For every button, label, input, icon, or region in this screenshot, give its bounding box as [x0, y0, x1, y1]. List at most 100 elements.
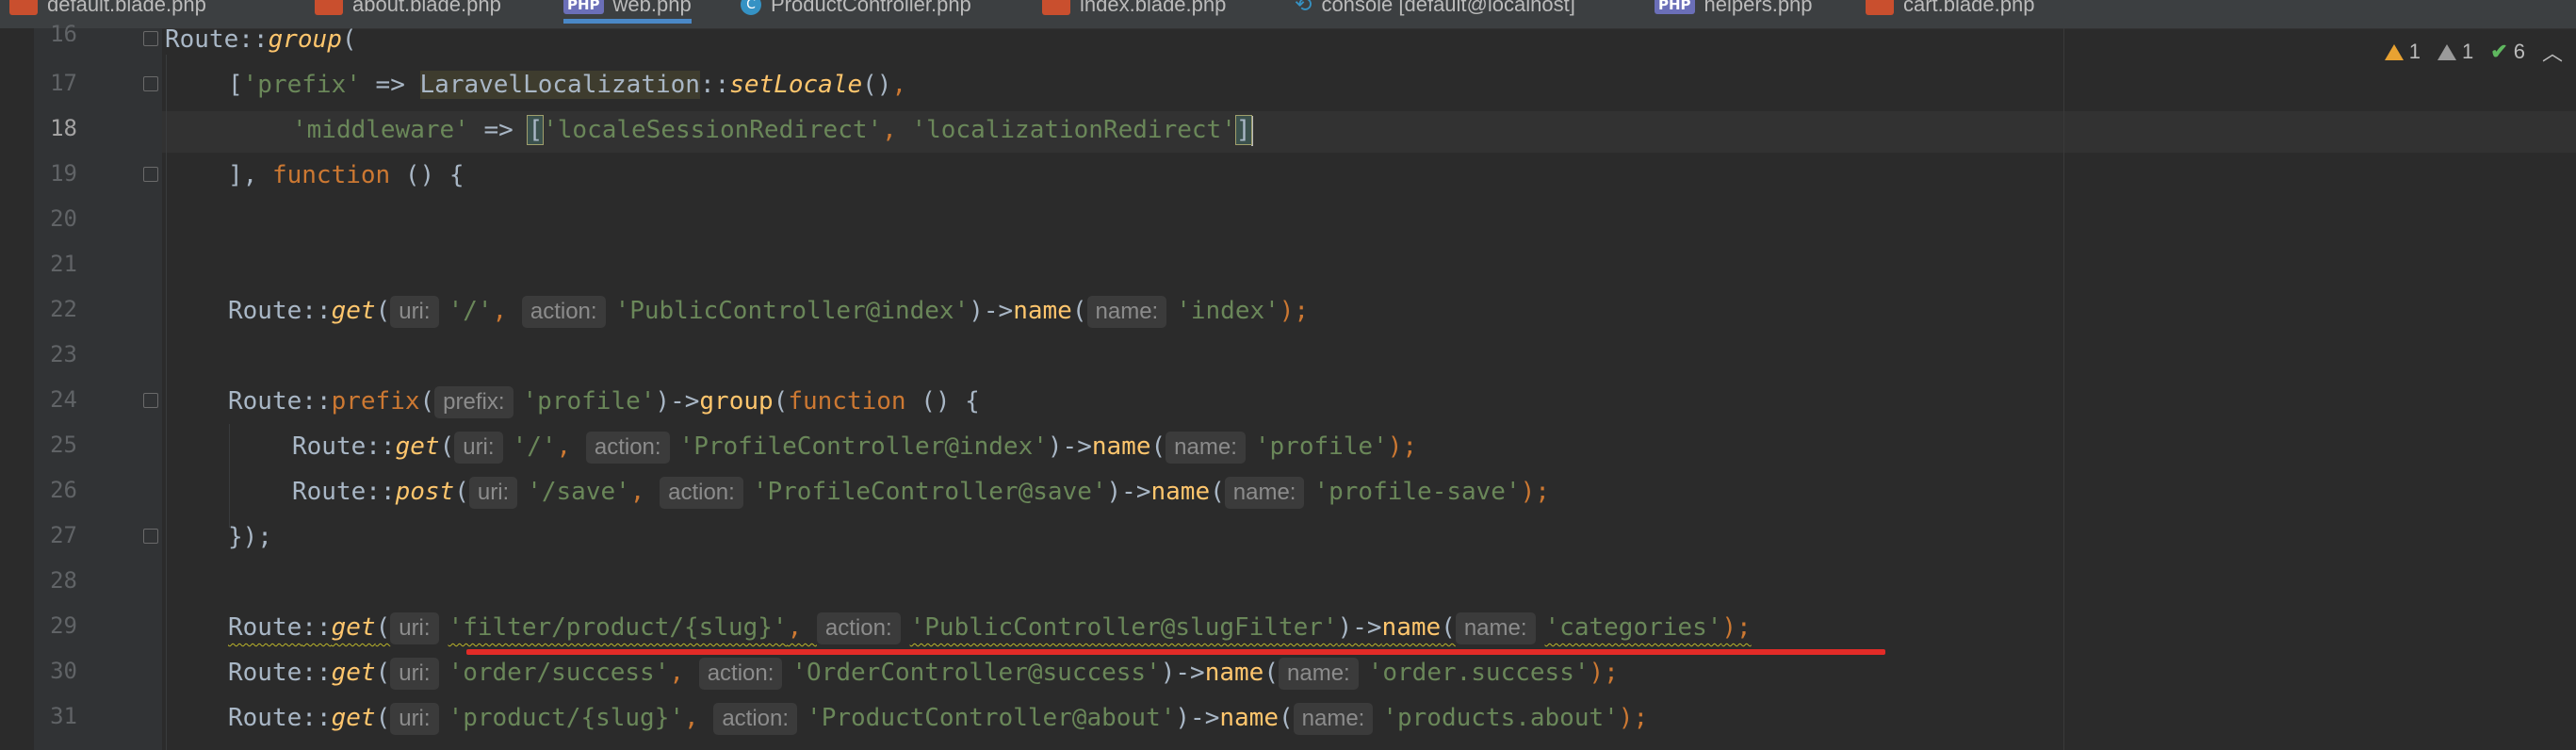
- code-line-17[interactable]: ['prefix' => LaravelLocalization::setLoc…: [228, 64, 906, 106]
- token: LaravelLocalization: [419, 71, 700, 99]
- tab-label: web.php: [612, 0, 692, 16]
- blade-file-icon: [9, 0, 38, 15]
- token: 'categories': [1544, 613, 1722, 642]
- indent-guide: [166, 55, 167, 750]
- token: Route: [228, 297, 302, 325]
- token: )->: [1175, 704, 1220, 732]
- parameter-hint: name:: [1166, 431, 1246, 464]
- token: Route: [228, 704, 302, 732]
- token: );: [1618, 704, 1649, 732]
- token: get: [331, 659, 376, 687]
- code-line-26[interactable]: Route::post(uri: '/save', action: 'Profile…: [292, 471, 1550, 513]
- token: ::: [302, 387, 332, 416]
- token: );: [1520, 478, 1550, 506]
- indent-guide: [229, 424, 230, 528]
- warnings-count[interactable]: 1: [2384, 40, 2421, 64]
- token: ::: [302, 613, 332, 642]
- code-line-25[interactable]: Route::get(uri: '/', action: 'ProfileContr…: [292, 426, 1417, 467]
- token: Route: [228, 659, 302, 687]
- fold-marker[interactable]: [143, 393, 158, 408]
- tab-label: cart.blade.php: [1903, 0, 2035, 16]
- token: 'profile-save': [1313, 478, 1521, 506]
- typos-count[interactable]: ✔ 6: [2490, 40, 2525, 64]
- token: 'ProfileController@index': [678, 432, 1048, 461]
- code-line-24[interactable]: Route::prefix(prefix:'profile')->group(f…: [228, 381, 980, 422]
- fold-marker[interactable]: [143, 529, 158, 544]
- php-file-icon: PHP: [1655, 0, 1695, 14]
- token: '/': [448, 297, 493, 325]
- fold-marker[interactable]: [143, 167, 158, 182]
- token: )->: [655, 387, 700, 416]
- token: (: [341, 25, 357, 54]
- token: 'profile': [522, 387, 656, 416]
- token: 'ProfileController@save': [752, 478, 1107, 506]
- token: ,: [669, 659, 699, 687]
- code-line-18[interactable]: 'middleware' => ['localeSessionRedirect'…: [292, 109, 1253, 151]
- parameter-hint: name:: [1279, 657, 1359, 690]
- line-number: 26: [50, 477, 77, 503]
- fold-marker[interactable]: [143, 76, 158, 91]
- token: () {: [390, 161, 465, 189]
- line-number: 20: [50, 205, 77, 232]
- token: ::: [699, 71, 730, 99]
- check-icon: ✔: [2490, 40, 2508, 63]
- parameter-hint: action:: [816, 611, 901, 644]
- weak-warnings-count-label: 1: [2462, 40, 2474, 63]
- token: 'index': [1176, 297, 1280, 325]
- line-number: 16: [50, 23, 77, 41]
- line-number: 17: [50, 70, 77, 96]
- token: 'PublicController@slugFilter': [909, 613, 1338, 642]
- token: (): [862, 71, 892, 99]
- code-line-30[interactable]: Route::get(uri:'order/success', action: '…: [228, 652, 1619, 693]
- parameter-hint: action:: [521, 295, 606, 328]
- code-line-22[interactable]: Route::get(uri: '/', action: 'PublicContro…: [228, 290, 1309, 332]
- blade-file-icon: [1866, 0, 1894, 15]
- weak-warnings-count[interactable]: 1: [2437, 40, 2473, 64]
- token: name: [1204, 659, 1264, 687]
- token: Route: [292, 432, 367, 461]
- token: )->: [1106, 478, 1151, 506]
- token: 'profile': [1254, 432, 1388, 461]
- parameter-hint: action:: [713, 702, 798, 735]
- token: name: [1013, 297, 1072, 325]
- code-line-16[interactable]: Route::group(: [165, 19, 357, 60]
- token: =>: [468, 116, 529, 144]
- code-line-29[interactable]: Route::get(uri:'filter/product/{slug}', …: [228, 607, 1752, 648]
- token: 'products.about': [1382, 704, 1619, 732]
- token: )->: [1337, 613, 1382, 642]
- line-number: 23: [50, 341, 77, 367]
- token: get: [331, 704, 376, 732]
- tab-helpers[interactable]: PHP helpers.php: [1655, 0, 1813, 19]
- token: (: [1264, 659, 1279, 687]
- tab-about-blade[interactable]: about.blade.php: [315, 0, 501, 19]
- parameter-hint: name:: [1086, 295, 1167, 328]
- token: Route: [165, 25, 239, 54]
- code-line-27[interactable]: });: [228, 516, 272, 558]
- token: );: [1279, 297, 1310, 325]
- token: (: [1210, 478, 1225, 506]
- line-number: 27: [50, 522, 77, 548]
- code-line-31[interactable]: Route::get(uri:'product/{slug}', action:…: [228, 697, 1648, 739]
- tab-product-controller[interactable]: C ProductController.php: [741, 0, 971, 19]
- parameter-hint: uri:: [454, 431, 503, 464]
- fold-marker[interactable]: [143, 31, 158, 46]
- token: 'ProductController@about': [807, 704, 1176, 732]
- inspections-widget[interactable]: 1 1 ✔ 6 ︿: [2372, 36, 2576, 68]
- tab-cart-blade[interactable]: cart.blade.php: [1866, 0, 2034, 19]
- code-line-19[interactable]: ], function () {: [228, 155, 464, 196]
- warnings-count-label: 1: [2408, 40, 2421, 63]
- gutter-strip: [0, 28, 34, 750]
- token: Route: [228, 613, 302, 642]
- tab-default-blade[interactable]: default.blade.php: [9, 0, 206, 19]
- chevron-up-icon[interactable]: ︿: [2542, 37, 2563, 67]
- tab-label: console [default@localhost]: [1321, 0, 1575, 16]
- parameter-hint: action:: [585, 431, 670, 464]
- tab-console[interactable]: ⟲ console [default@localhost]: [1295, 0, 1575, 19]
- token: ::: [302, 704, 332, 732]
- token: () {: [905, 387, 980, 416]
- token: Route: [228, 387, 302, 416]
- token: group: [268, 25, 342, 54]
- tab-web-php[interactable]: PHP web.php: [563, 0, 692, 24]
- token: (: [439, 432, 455, 461]
- tab-index-blade[interactable]: index.blade.php: [1042, 0, 1226, 19]
